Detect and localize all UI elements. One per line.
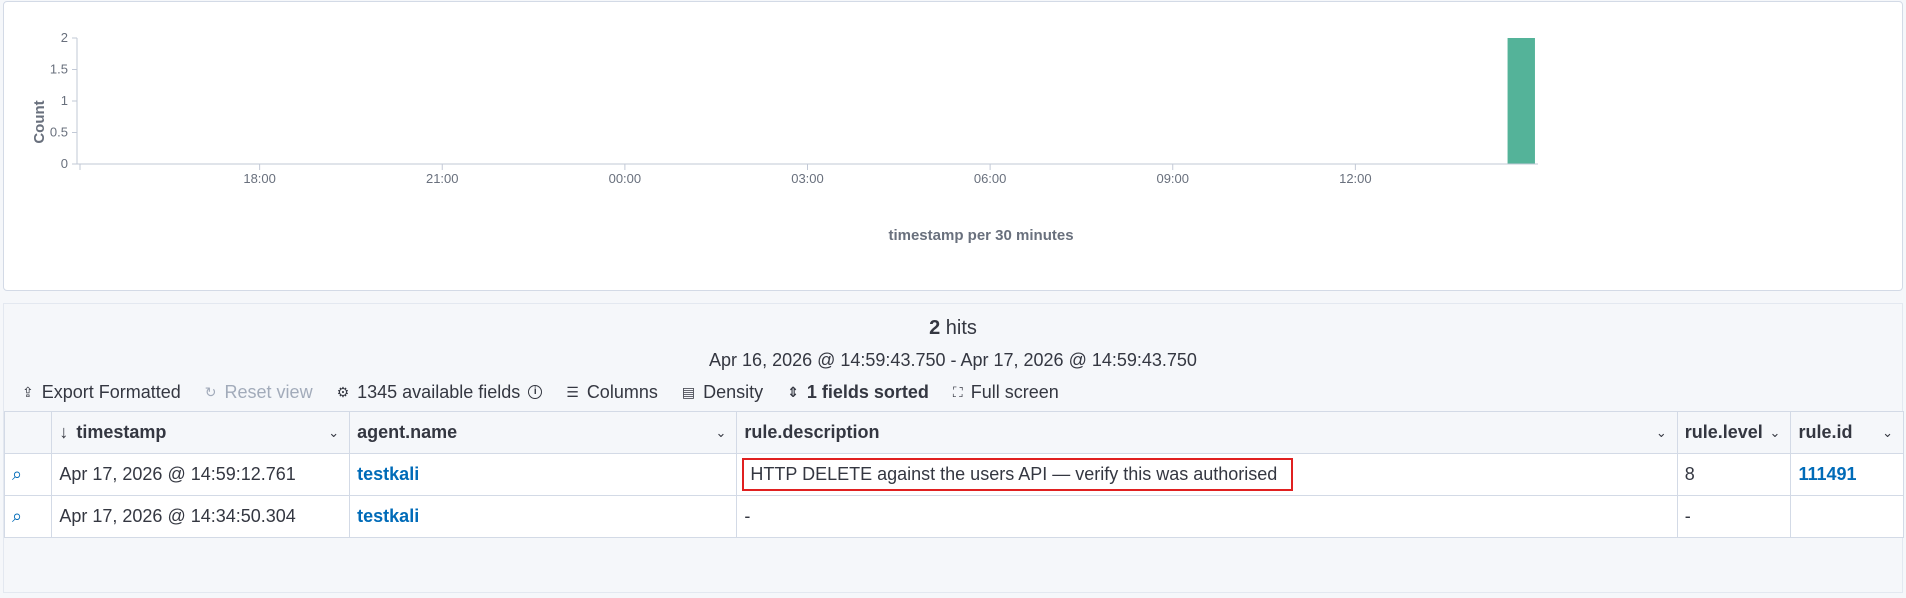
sort-descending-icon: ↓ <box>59 422 69 442</box>
available-fields-button[interactable]: ⚙ 1345 available fields i <box>337 382 543 403</box>
info-icon[interactable]: i <box>528 385 543 399</box>
column-header-rule-description[interactable]: rule.description ⌄ <box>736 411 1678 454</box>
chevron-down-icon[interactable]: ⌄ <box>716 425 727 441</box>
table-row: ⌕ Apr 17, 2026 @ 14:34:50.304 testkali -… <box>3 495 1904 538</box>
full-screen-button[interactable]: ⛶ Full screen <box>953 382 1059 403</box>
y-tick-label: 0.5 <box>50 125 68 140</box>
row-actions: ⌕ <box>3 495 53 538</box>
column-header-timestamp[interactable]: ↓ timestamp ⌄ <box>51 411 351 454</box>
export-icon: ⇪ <box>22 383 34 400</box>
results-table: ↓ timestamp ⌄ agent.name ⌄ rule.description… <box>3 411 1904 538</box>
chevron-down-icon[interactable]: ⌄ <box>1770 425 1781 441</box>
agent-link[interactable]: testkali <box>357 464 419 484</box>
cell-timestamp: Apr 17, 2026 @ 14:34:50.304 <box>51 495 351 538</box>
control-column-header <box>3 411 53 454</box>
y-tick-label: 1.5 <box>50 62 68 77</box>
x-tick-label: 12:00 <box>1339 171 1372 186</box>
fields-sorted-button[interactable]: ⇕ 1 fields sorted <box>787 382 929 403</box>
y-axis-title: Count <box>31 100 48 143</box>
y-tick-label: 2 <box>61 30 68 45</box>
density-icon: ▤ <box>681 383 696 400</box>
column-header-rule-id[interactable]: rule.id ⌄ <box>1790 411 1904 454</box>
hits-count: 2 hits <box>929 317 977 339</box>
column-header-rule-level[interactable]: rule.level ⌄ <box>1676 411 1792 454</box>
cell-timestamp: Apr 17, 2026 @ 14:59:12.761 <box>51 453 351 496</box>
density-button[interactable]: ▤ Density <box>682 382 763 403</box>
results-panel: 2 hits Apr 16, 2026 @ 14:59:43.750 - Apr… <box>3 303 1904 593</box>
column-header-agent-name[interactable]: agent.name ⌄ <box>349 411 738 454</box>
cell-rule-id <box>1790 495 1904 538</box>
chevron-down-icon[interactable]: ⌄ <box>1882 425 1893 441</box>
y-tick-label: 1 <box>61 93 68 108</box>
x-axis-title: timestamp per 30 minutes <box>888 227 1073 244</box>
cell-rule-description: - <box>736 495 1678 538</box>
histogram-panel: Count timestamp per 30 minutes 0 0.5 1 1.5 2… <box>3 1 1903 291</box>
refresh-icon: ↻ <box>204 383 217 400</box>
inspect-document-icon[interactable]: ⌕ <box>12 506 22 526</box>
highlighted-description: HTTP DELETE against the users API — veri… <box>742 458 1294 491</box>
x-tick-label: 21:00 <box>426 171 459 186</box>
time-range: Apr 16, 2026 @ 14:59:43.750 - Apr 17, 20… <box>709 350 1197 370</box>
chevron-down-icon[interactable]: ⌄ <box>328 425 339 441</box>
sort-icon: ⇕ <box>787 383 799 400</box>
fullscreen-icon: ⛶ <box>952 383 963 400</box>
grid-toolbar: ⇪ Export Formatted ↻ Reset view ⚙ 1345 avai… <box>22 380 1083 404</box>
columns-button[interactable]: ☰ Columns <box>566 382 658 403</box>
row-actions: ⌕ <box>3 453 53 496</box>
table-row: ⌕ Apr 17, 2026 @ 14:59:12.761 testkali H… <box>3 453 1904 496</box>
inspect-document-icon[interactable]: ⌕ <box>12 464 22 484</box>
x-tick-label: 09:00 <box>1156 171 1189 186</box>
cell-rule-id: 111491 <box>1790 453 1904 496</box>
cell-rule-description: HTTP DELETE against the users API — veri… <box>736 453 1678 496</box>
reset-view-button[interactable]: ↻ Reset view <box>205 382 313 403</box>
y-tick-label: 0 <box>61 156 68 171</box>
x-tick-label: 00:00 <box>609 171 642 186</box>
list-icon: ☰ <box>566 383 579 400</box>
cell-rule-level: - <box>1676 495 1792 538</box>
x-tick-label: 18:00 <box>243 171 276 186</box>
histogram-chart: Count timestamp per 30 minutes 0 0.5 1 1.5 2… <box>31 30 1538 244</box>
histogram-bar[interactable] <box>1507 38 1535 164</box>
x-tick-label: 03:00 <box>791 171 824 186</box>
cell-agent-name: testkali <box>349 453 738 496</box>
fields-icon: ⚙ <box>336 383 350 400</box>
x-tick-label: 06:00 <box>974 171 1007 186</box>
chevron-down-icon[interactable]: ⌄ <box>1656 425 1667 441</box>
export-formatted-button[interactable]: ⇪ Export Formatted <box>22 382 181 403</box>
agent-link[interactable]: testkali <box>357 506 419 526</box>
cell-agent-name: testkali <box>349 495 738 538</box>
rule-id-link[interactable]: 111491 <box>1798 464 1856 484</box>
cell-rule-level: 8 <box>1676 453 1792 496</box>
